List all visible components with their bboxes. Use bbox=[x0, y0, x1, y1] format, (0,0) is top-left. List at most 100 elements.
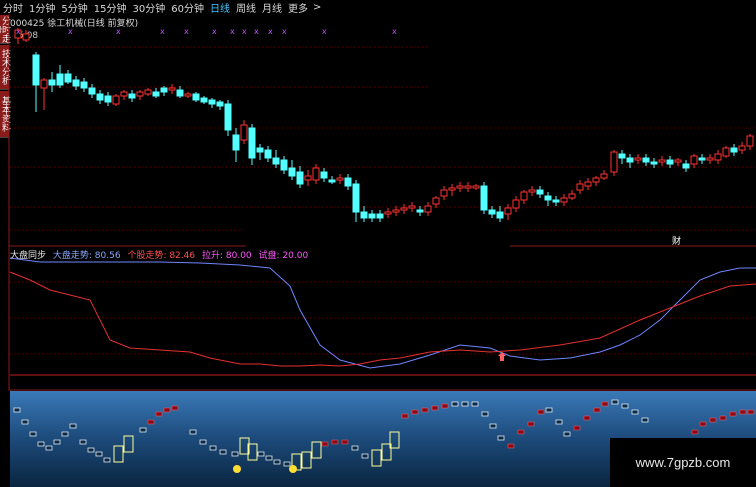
signal-box-white bbox=[497, 435, 505, 441]
signal-box-red bbox=[691, 429, 699, 435]
candle-up bbox=[312, 167, 320, 181]
marker-icon: x bbox=[254, 27, 259, 36]
signal-box-white bbox=[461, 401, 469, 407]
candle-up bbox=[120, 91, 128, 97]
signal-box-white bbox=[451, 401, 459, 407]
finance-marker[interactable]: 财 bbox=[672, 234, 681, 247]
signal-box-white bbox=[265, 455, 273, 461]
signal-box-white bbox=[53, 439, 61, 445]
signal-box-red bbox=[601, 401, 609, 407]
signal-box-white bbox=[37, 441, 45, 447]
marker-icon: x bbox=[212, 27, 217, 36]
candle-down bbox=[288, 167, 296, 177]
candle-up bbox=[336, 177, 344, 181]
signal-box-white bbox=[481, 411, 489, 417]
candle-down bbox=[626, 157, 634, 163]
indicator-test: 试盘: 20.00 bbox=[258, 251, 309, 261]
candle-down bbox=[216, 101, 224, 107]
signal-box-red bbox=[729, 411, 737, 417]
signal-box-white bbox=[273, 459, 281, 465]
signal-box-white bbox=[641, 417, 649, 423]
candle-up bbox=[658, 159, 666, 163]
signal-box-red bbox=[341, 439, 349, 445]
candle-down bbox=[296, 171, 304, 185]
signal-box-white bbox=[257, 451, 265, 457]
candle-down bbox=[480, 185, 488, 211]
candle-up bbox=[440, 189, 448, 197]
signal-box-white bbox=[219, 449, 227, 455]
indicator-stock-trend: 个股走势: 82.46 bbox=[127, 251, 196, 261]
candle-down bbox=[32, 54, 40, 86]
candle-up bbox=[568, 193, 576, 199]
indicator-name: 大盘同步 bbox=[10, 251, 47, 261]
candle-up bbox=[714, 153, 722, 161]
candle-down bbox=[80, 81, 88, 89]
signal-box-white bbox=[79, 439, 87, 445]
candle-up bbox=[584, 181, 592, 187]
candle-up bbox=[610, 151, 618, 173]
candle-down bbox=[682, 163, 690, 169]
candle-down bbox=[730, 147, 738, 153]
candle-up bbox=[576, 183, 584, 191]
signal-box-red bbox=[583, 415, 591, 421]
candle-down bbox=[416, 209, 424, 213]
watermark-text: www.7gpzb.com bbox=[635, 455, 731, 470]
candle-down bbox=[698, 157, 706, 161]
signal-box-red bbox=[699, 421, 707, 427]
signal-box-red bbox=[331, 439, 339, 445]
indicator-pull-up: 拉升: 80.00 bbox=[201, 251, 252, 261]
candle-down bbox=[536, 189, 544, 195]
candle-down bbox=[642, 157, 650, 163]
candle-down bbox=[88, 87, 96, 95]
signal-box-red bbox=[411, 409, 419, 415]
market-trend-line bbox=[9, 257, 756, 369]
candle-up bbox=[634, 157, 642, 161]
candle-up bbox=[144, 89, 152, 95]
signal-box-white bbox=[283, 461, 291, 467]
signal-box-white bbox=[361, 453, 369, 459]
candle-up bbox=[738, 145, 746, 151]
indicator-market-trend: 大盘走势: 80.56 bbox=[52, 251, 121, 261]
marker-icon: x bbox=[16, 27, 21, 36]
marker-icon: x bbox=[184, 27, 189, 36]
candle-up bbox=[240, 124, 248, 141]
candle-up bbox=[392, 209, 400, 213]
candle-down bbox=[488, 209, 496, 215]
signal-box-red bbox=[163, 407, 171, 413]
candle-up bbox=[560, 197, 568, 203]
candle-up bbox=[112, 95, 120, 105]
signal-box-white bbox=[103, 457, 111, 463]
coin-icon bbox=[289, 465, 297, 473]
signal-box-white bbox=[563, 431, 571, 437]
candle-up bbox=[464, 185, 472, 189]
candle-down bbox=[96, 93, 104, 101]
candle-up bbox=[690, 155, 698, 165]
signal-box-white bbox=[87, 447, 95, 453]
marker-icon: x bbox=[160, 27, 165, 36]
candle-down bbox=[650, 161, 658, 165]
candle-down bbox=[224, 103, 232, 131]
candle-down bbox=[208, 99, 216, 105]
signal-box-white bbox=[555, 419, 563, 425]
signal-box-white bbox=[471, 401, 479, 407]
signal-box-red bbox=[573, 425, 581, 431]
signal-box-white bbox=[69, 423, 77, 429]
signal-box-white bbox=[631, 409, 639, 415]
signal-box-red bbox=[739, 409, 747, 415]
candle-down bbox=[544, 195, 552, 201]
candle-up bbox=[432, 197, 440, 205]
candle-down bbox=[320, 171, 328, 179]
marker-icon: x bbox=[242, 27, 247, 36]
candle-up bbox=[674, 159, 682, 163]
signal-box-white bbox=[95, 451, 103, 457]
candle-down bbox=[280, 159, 288, 171]
candle-up bbox=[504, 207, 512, 215]
candle-down bbox=[160, 87, 168, 93]
candle-down bbox=[152, 91, 160, 97]
signal-box-white bbox=[139, 427, 147, 433]
candle-down bbox=[618, 153, 626, 159]
marker-icon: x bbox=[322, 27, 327, 36]
candle-down bbox=[376, 213, 384, 219]
signal-box-white bbox=[13, 407, 21, 413]
candle-up bbox=[168, 87, 176, 91]
